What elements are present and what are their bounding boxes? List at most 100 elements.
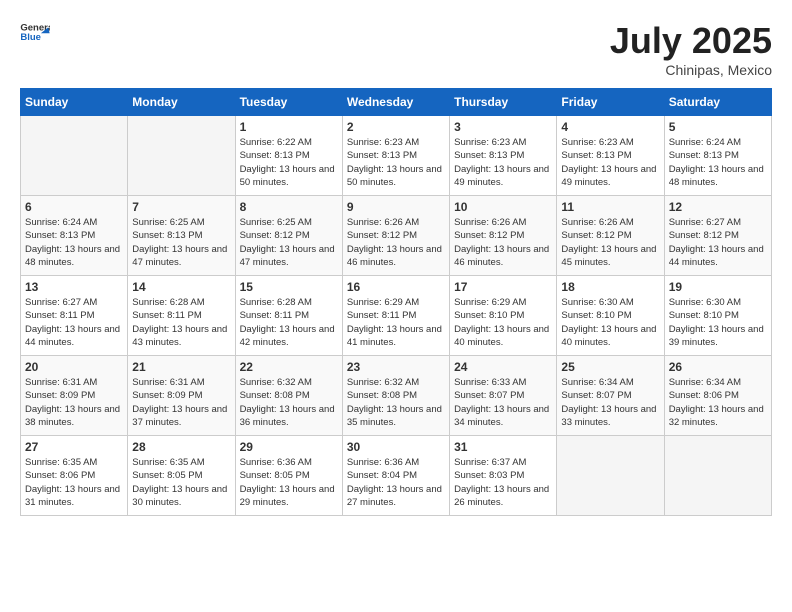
calendar-day-cell: 28 Sunrise: 6:35 AM Sunset: 8:05 PM Dayl… <box>128 436 235 516</box>
day-number: 14 <box>132 280 230 294</box>
calendar-day-cell: 21 Sunrise: 6:31 AM Sunset: 8:09 PM Dayl… <box>128 356 235 436</box>
sunset-label: Sunset: 8:03 PM <box>454 470 524 481</box>
sunset-label: Sunset: 8:12 PM <box>454 230 524 241</box>
day-info: Sunrise: 6:30 AM Sunset: 8:10 PM Dayligh… <box>669 296 767 349</box>
daylight-label: Daylight: 13 hours and 29 minutes. <box>240 484 335 508</box>
daylight-label: Daylight: 13 hours and 45 minutes. <box>561 244 656 268</box>
day-info: Sunrise: 6:36 AM Sunset: 8:04 PM Dayligh… <box>347 456 445 509</box>
sunset-label: Sunset: 8:06 PM <box>669 390 739 401</box>
calendar-day-cell <box>557 436 664 516</box>
weekday-header: Wednesday <box>342 89 449 116</box>
sunrise-label: Sunrise: 6:24 AM <box>25 217 97 228</box>
sunrise-label: Sunrise: 6:36 AM <box>347 457 419 468</box>
day-info: Sunrise: 6:22 AM Sunset: 8:13 PM Dayligh… <box>240 136 338 189</box>
calendar-day-cell: 7 Sunrise: 6:25 AM Sunset: 8:13 PM Dayli… <box>128 196 235 276</box>
calendar-day-cell: 3 Sunrise: 6:23 AM Sunset: 8:13 PM Dayli… <box>450 116 557 196</box>
sunrise-label: Sunrise: 6:32 AM <box>347 377 419 388</box>
calendar-day-cell: 15 Sunrise: 6:28 AM Sunset: 8:11 PM Dayl… <box>235 276 342 356</box>
day-info: Sunrise: 6:26 AM Sunset: 8:12 PM Dayligh… <box>347 216 445 269</box>
day-number: 12 <box>669 200 767 214</box>
day-info: Sunrise: 6:28 AM Sunset: 8:11 PM Dayligh… <box>132 296 230 349</box>
day-number: 21 <box>132 360 230 374</box>
day-number: 13 <box>25 280 123 294</box>
weekday-header: Monday <box>128 89 235 116</box>
calendar-week-row: 6 Sunrise: 6:24 AM Sunset: 8:13 PM Dayli… <box>21 196 772 276</box>
calendar-day-cell: 9 Sunrise: 6:26 AM Sunset: 8:12 PM Dayli… <box>342 196 449 276</box>
sunset-label: Sunset: 8:05 PM <box>240 470 310 481</box>
calendar-day-cell: 16 Sunrise: 6:29 AM Sunset: 8:11 PM Dayl… <box>342 276 449 356</box>
sunrise-label: Sunrise: 6:34 AM <box>561 377 633 388</box>
sunset-label: Sunset: 8:04 PM <box>347 470 417 481</box>
sunrise-label: Sunrise: 6:30 AM <box>561 297 633 308</box>
calendar-day-cell: 27 Sunrise: 6:35 AM Sunset: 8:06 PM Dayl… <box>21 436 128 516</box>
calendar-day-cell <box>664 436 771 516</box>
daylight-label: Daylight: 13 hours and 48 minutes. <box>25 244 120 268</box>
day-info: Sunrise: 6:35 AM Sunset: 8:06 PM Dayligh… <box>25 456 123 509</box>
calendar-day-cell: 25 Sunrise: 6:34 AM Sunset: 8:07 PM Dayl… <box>557 356 664 436</box>
calendar-week-row: 20 Sunrise: 6:31 AM Sunset: 8:09 PM Dayl… <box>21 356 772 436</box>
sunrise-label: Sunrise: 6:26 AM <box>454 217 526 228</box>
logo-icon: General Blue <box>20 20 50 42</box>
sunset-label: Sunset: 8:10 PM <box>669 310 739 321</box>
weekday-header: Friday <box>557 89 664 116</box>
daylight-label: Daylight: 13 hours and 39 minutes. <box>669 324 764 348</box>
daylight-label: Daylight: 13 hours and 40 minutes. <box>561 324 656 348</box>
sunset-label: Sunset: 8:08 PM <box>347 390 417 401</box>
sunrise-label: Sunrise: 6:23 AM <box>561 137 633 148</box>
day-number: 24 <box>454 360 552 374</box>
weekday-header-row: SundayMondayTuesdayWednesdayThursdayFrid… <box>21 89 772 116</box>
weekday-header: Saturday <box>664 89 771 116</box>
sunrise-label: Sunrise: 6:28 AM <box>132 297 204 308</box>
calendar-day-cell: 14 Sunrise: 6:28 AM Sunset: 8:11 PM Dayl… <box>128 276 235 356</box>
daylight-label: Daylight: 13 hours and 50 minutes. <box>240 164 335 188</box>
daylight-label: Daylight: 13 hours and 38 minutes. <box>25 404 120 428</box>
sunset-label: Sunset: 8:07 PM <box>454 390 524 401</box>
day-number: 19 <box>669 280 767 294</box>
sunset-label: Sunset: 8:12 PM <box>240 230 310 241</box>
day-info: Sunrise: 6:27 AM Sunset: 8:12 PM Dayligh… <box>669 216 767 269</box>
calendar-day-cell <box>21 116 128 196</box>
calendar-day-cell: 19 Sunrise: 6:30 AM Sunset: 8:10 PM Dayl… <box>664 276 771 356</box>
daylight-label: Daylight: 13 hours and 27 minutes. <box>347 484 442 508</box>
calendar-day-cell: 5 Sunrise: 6:24 AM Sunset: 8:13 PM Dayli… <box>664 116 771 196</box>
day-number: 25 <box>561 360 659 374</box>
page-header: General Blue July 2025 Chinipas, Mexico <box>20 20 772 78</box>
day-number: 4 <box>561 120 659 134</box>
calendar-day-cell: 23 Sunrise: 6:32 AM Sunset: 8:08 PM Dayl… <box>342 356 449 436</box>
sunset-label: Sunset: 8:13 PM <box>669 150 739 161</box>
day-number: 28 <box>132 440 230 454</box>
daylight-label: Daylight: 13 hours and 42 minutes. <box>240 324 335 348</box>
sunset-label: Sunset: 8:13 PM <box>347 150 417 161</box>
sunset-label: Sunset: 8:09 PM <box>132 390 202 401</box>
sunset-label: Sunset: 8:11 PM <box>132 310 202 321</box>
sunset-label: Sunset: 8:09 PM <box>25 390 95 401</box>
day-number: 29 <box>240 440 338 454</box>
sunrise-label: Sunrise: 6:33 AM <box>454 377 526 388</box>
calendar-day-cell: 13 Sunrise: 6:27 AM Sunset: 8:11 PM Dayl… <box>21 276 128 356</box>
month-title: July 2025 <box>610 20 772 62</box>
sunset-label: Sunset: 8:11 PM <box>25 310 95 321</box>
day-info: Sunrise: 6:29 AM Sunset: 8:10 PM Dayligh… <box>454 296 552 349</box>
day-info: Sunrise: 6:25 AM Sunset: 8:12 PM Dayligh… <box>240 216 338 269</box>
calendar-day-cell: 8 Sunrise: 6:25 AM Sunset: 8:12 PM Dayli… <box>235 196 342 276</box>
sunrise-label: Sunrise: 6:31 AM <box>25 377 97 388</box>
sunrise-label: Sunrise: 6:32 AM <box>240 377 312 388</box>
calendar-day-cell: 30 Sunrise: 6:36 AM Sunset: 8:04 PM Dayl… <box>342 436 449 516</box>
sunrise-label: Sunrise: 6:29 AM <box>454 297 526 308</box>
sunset-label: Sunset: 8:05 PM <box>132 470 202 481</box>
day-number: 3 <box>454 120 552 134</box>
day-number: 27 <box>25 440 123 454</box>
day-number: 7 <box>132 200 230 214</box>
day-number: 5 <box>669 120 767 134</box>
day-number: 26 <box>669 360 767 374</box>
calendar-day-cell: 24 Sunrise: 6:33 AM Sunset: 8:07 PM Dayl… <box>450 356 557 436</box>
daylight-label: Daylight: 13 hours and 47 minutes. <box>240 244 335 268</box>
day-number: 6 <box>25 200 123 214</box>
day-info: Sunrise: 6:26 AM Sunset: 8:12 PM Dayligh… <box>561 216 659 269</box>
calendar-header: SundayMondayTuesdayWednesdayThursdayFrid… <box>21 89 772 116</box>
sunrise-label: Sunrise: 6:29 AM <box>347 297 419 308</box>
day-number: 30 <box>347 440 445 454</box>
sunset-label: Sunset: 8:08 PM <box>240 390 310 401</box>
calendar-day-cell: 26 Sunrise: 6:34 AM Sunset: 8:06 PM Dayl… <box>664 356 771 436</box>
calendar-week-row: 13 Sunrise: 6:27 AM Sunset: 8:11 PM Dayl… <box>21 276 772 356</box>
